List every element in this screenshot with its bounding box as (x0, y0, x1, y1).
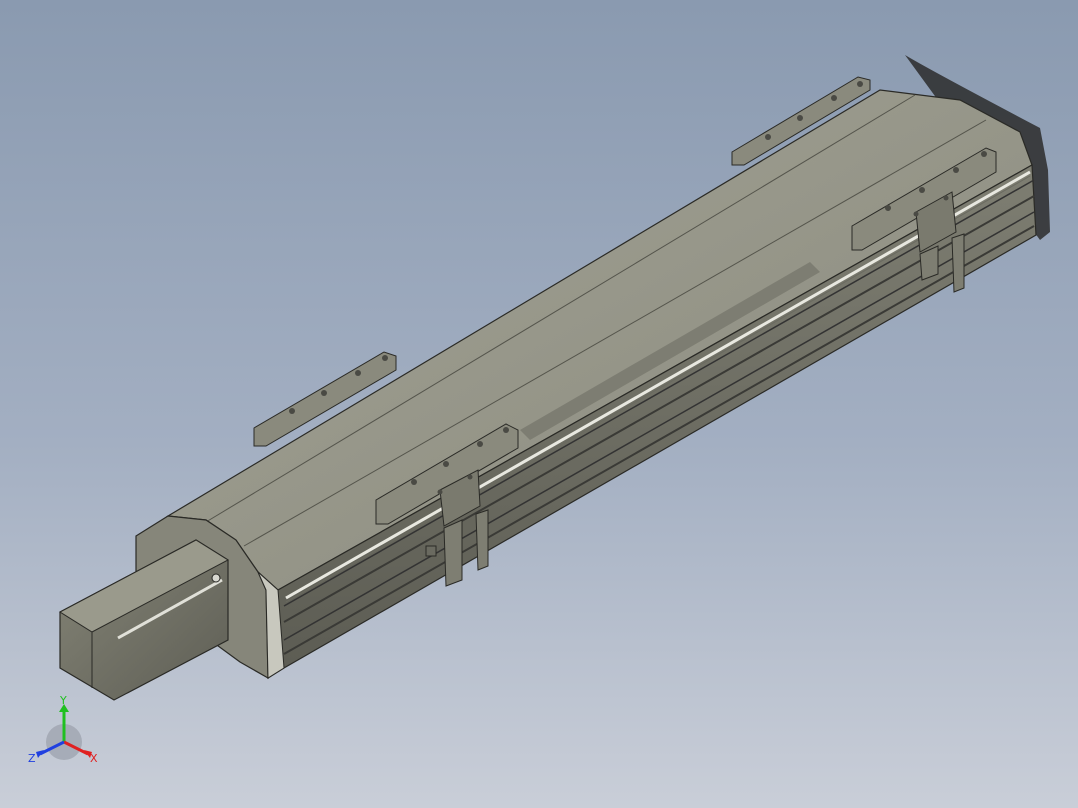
view-orientation-triad: Y X Z (24, 692, 108, 776)
cad-3d-viewport[interactable]: Y X Z (0, 0, 1078, 808)
actuator-model[interactable] (0, 0, 1078, 808)
actuator-body (166, 89, 1037, 680)
triad-graphic: Y X Z (28, 694, 98, 765)
x-axis-label: X (90, 752, 98, 765)
y-axis-label: Y (59, 694, 67, 707)
z-axis-label: Z (28, 752, 36, 765)
